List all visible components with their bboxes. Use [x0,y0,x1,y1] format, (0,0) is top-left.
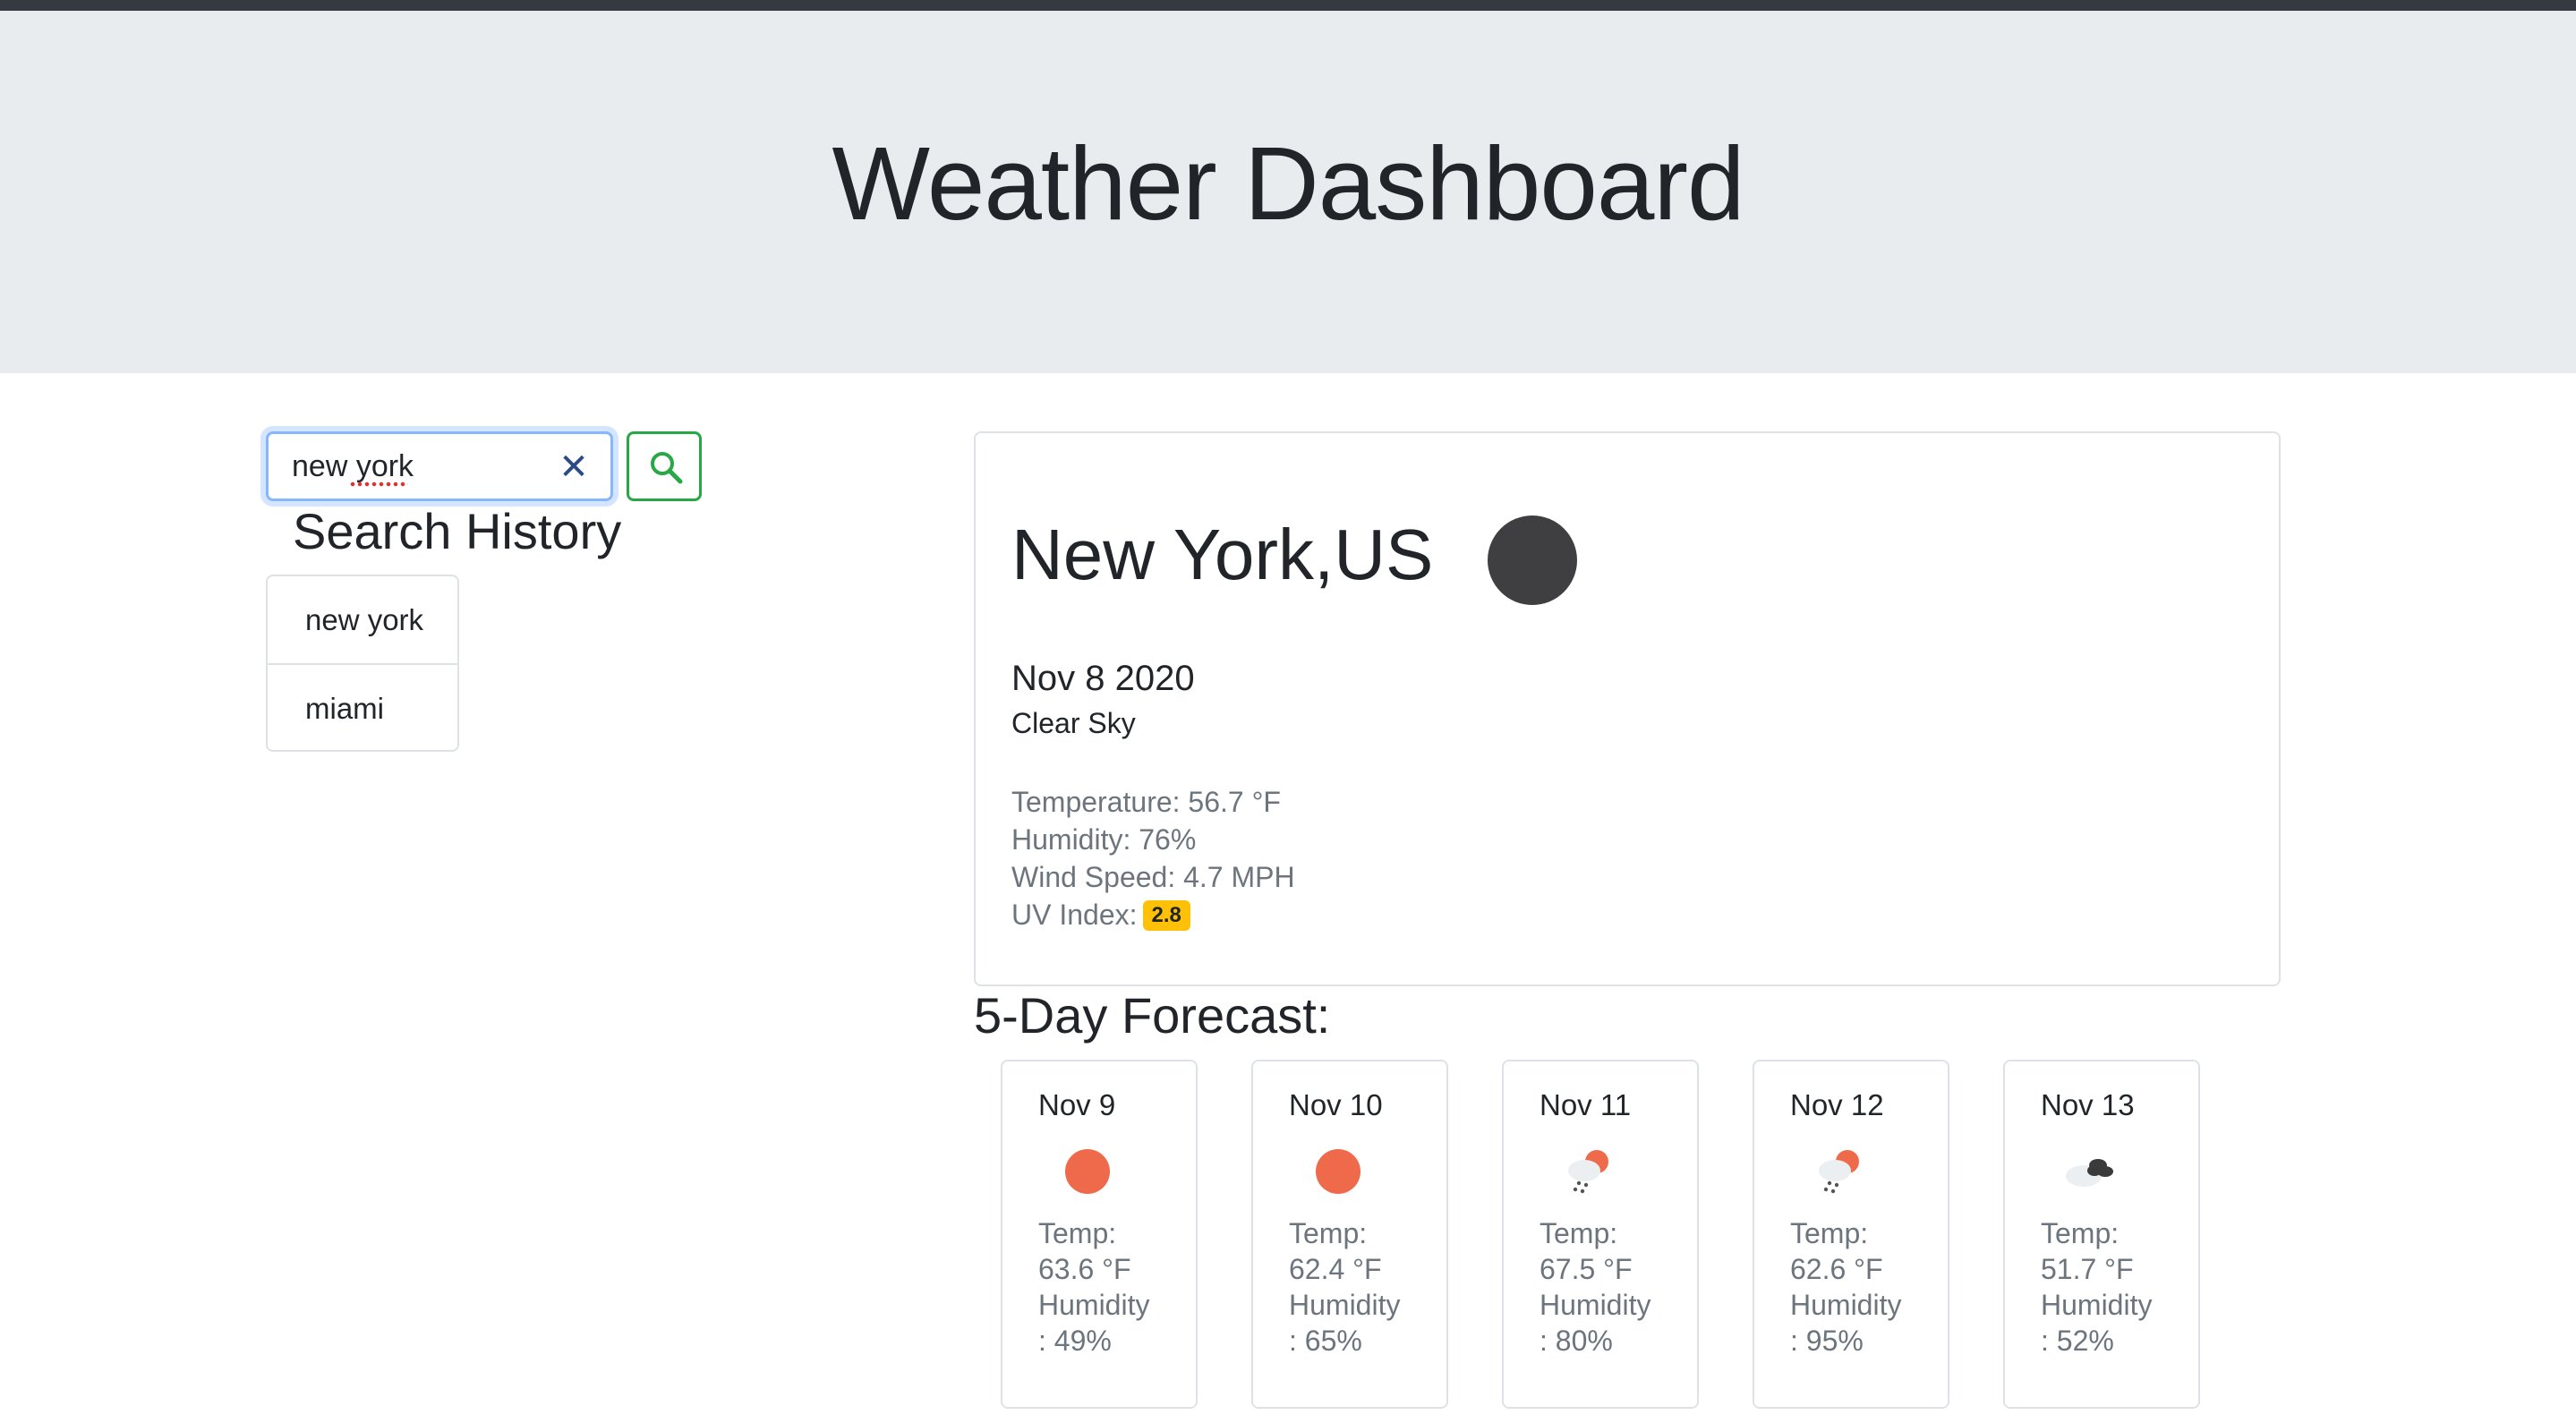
page-title: Weather Dashboard [832,125,1744,242]
forecast-temp-value: 67.5 °F [1540,1253,1633,1285]
forecast-temp-value: 63.6 °F [1038,1253,1131,1285]
forecast-humidity-value: : 80% [1540,1325,1613,1357]
sun-icon [1316,1149,1361,1194]
forecast-humidity-value: : 52% [2041,1325,2114,1357]
city-name: New York,US [1011,515,1434,594]
header-banner: Weather Dashboard [0,11,2576,373]
rain-sun-cloud-icon [1568,1150,1608,1194]
forecast-date: Nov 12 [1790,1088,1884,1121]
forecast-temp-label: Temp: [1540,1217,1618,1249]
forecast-heading: 5-Day Forecast: [974,987,1331,1044]
forecast-humidity-label: Humidity [1790,1289,1902,1321]
search-button[interactable] [627,431,702,501]
sun-icon [1065,1149,1110,1194]
forecast-temp-value: 51.7 °F [2041,1253,2134,1285]
weather-description: Clear Sky [1011,707,1136,739]
forecast-card: Nov 12 Temp: 62.6 °F Humidity : 95% [1753,1060,1949,1409]
history-item-miami[interactable]: miami [268,663,457,750]
humidity-stat: Humidity: 76% [1011,823,1197,856]
forecast-humidity-label: Humidity [1038,1289,1150,1321]
uv-index-badge: 2.8 [1142,900,1190,931]
close-icon[interactable]: ✕ [559,449,589,485]
forecast-card: Nov 10 Temp: 62.4 °F Humidity : 65% [1251,1060,1448,1409]
wind-speed-stat: Wind Speed: 4.7 MPH [1011,861,1295,893]
rain-sun-cloud-icon [1819,1150,1859,1194]
forecast-humidity-label: Humidity [1289,1289,1401,1321]
forecast-humidity-value: : 49% [1038,1325,1112,1357]
forecast-temp-label: Temp: [2041,1217,2120,1249]
broken-clouds-icon [2066,1159,2113,1187]
current-weather-card: New York,US Nov 8 2020 Clear Sky Tempera… [974,431,2281,986]
uv-index-label: UV Index: [1011,899,1138,931]
forecast-temp-value: 62.6 °F [1790,1253,1883,1285]
forecast-date: Nov 10 [1289,1088,1383,1121]
browser-top-bar [0,0,2576,11]
forecast-date: Nov 13 [2041,1088,2135,1121]
search-icon [651,452,683,484]
forecast-humidity-value: : 95% [1790,1325,1864,1357]
search-history-list: new york miami [266,575,459,752]
search-history-heading: Search History [293,503,622,559]
forecast-humidity-label: Humidity [1540,1289,1651,1321]
forecast-temp-label: Temp: [1038,1217,1117,1249]
forecast-temp-label: Temp: [1790,1217,1869,1249]
clear-night-icon [1488,516,1577,605]
uv-index-stat: UV Index: 2.8 [1011,899,1190,932]
forecast-temp-value: 62.4 °F [1289,1253,1382,1285]
forecast-temp-label: Temp: [1289,1217,1368,1249]
forecast-date: Nov 11 [1540,1088,1632,1121]
forecast-card: Nov 13 Temp: 51.7 °F Humidity : 52% [2003,1060,2200,1409]
forecast-humidity-label: Humidity [2041,1289,2153,1321]
forecast-card: Nov 11 Temp: 67.5 °F Humidity : 80% [1502,1060,1699,1409]
current-date: Nov 8 2020 [1011,659,1195,698]
history-item-new-york[interactable]: new york [268,576,457,663]
temperature-stat: Temperature: 56.7 °F [1011,786,1281,818]
forecast-humidity-value: : 65% [1289,1325,1362,1357]
forecast-date: Nov 9 [1038,1088,1116,1121]
forecast-card: Nov 9 Temp: 63.6 °F Humidity : 49% [1001,1060,1198,1409]
